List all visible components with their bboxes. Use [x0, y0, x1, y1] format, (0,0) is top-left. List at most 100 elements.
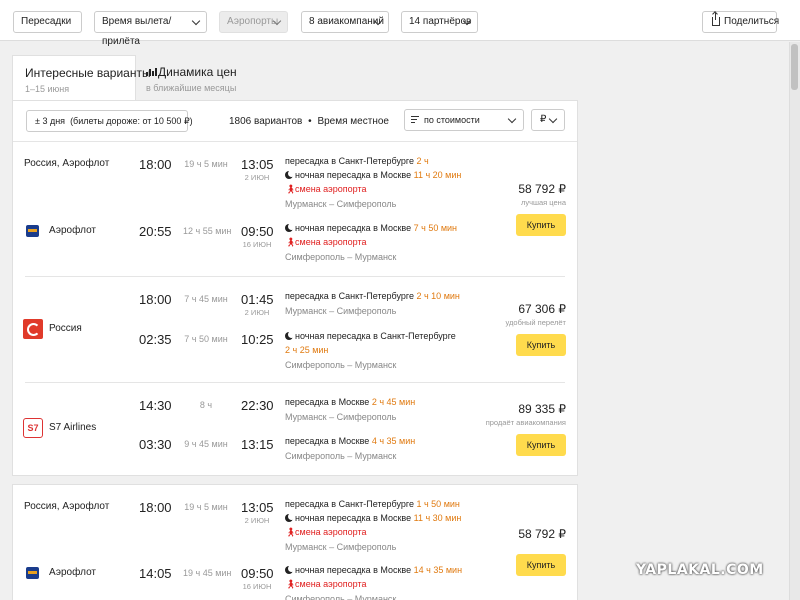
route: Мурманск – Симферополь — [285, 199, 397, 209]
flight-duration: 19 ч 5 мин — [184, 502, 228, 512]
inbound-segments: ночная пересадка в Москве 7 ч 50 мин 🚶︎с… — [285, 221, 485, 264]
arrival-date: 2 ИЮН — [244, 308, 270, 317]
route: Мурманск – Симферополь — [285, 412, 397, 422]
walk-icon: 🚶︎ — [285, 579, 297, 589]
departure-time: 18:00 — [139, 292, 172, 307]
arrival-date: 2 ИЮН — [244, 516, 270, 525]
airline-name: S7 Airlines — [49, 422, 97, 433]
airport-change-line: 🚶︎смена аэропорта — [285, 525, 485, 539]
transfer-duration: 4 ч 35 мин — [371, 436, 416, 446]
route: Мурманск – Симферополь — [285, 306, 397, 316]
route: Мурманск – Симферополь — [285, 542, 397, 552]
flex-days-label: ± 3 дня — [35, 116, 66, 126]
departure-time: 02:35 — [139, 332, 172, 347]
arrival: 13:05 2 ИЮН — [241, 500, 274, 525]
transfer-line: пересадка в Москве 2 ч 45 мин — [285, 395, 485, 409]
price: 89 335 ₽ — [518, 402, 566, 416]
airports-dropdown[interactable]: Аэропорты — [219, 11, 288, 33]
transfer-duration: 11 ч 20 мин — [413, 170, 462, 180]
airport-change-text: смена аэропорта — [295, 527, 367, 537]
tab-interesting-options[interactable]: Интересные варианты 1–15 июня — [12, 55, 151, 101]
arrival-time: 10:25 — [241, 332, 274, 347]
arrival: 10:25 — [241, 332, 274, 347]
share-button[interactable]: Поделиться — [702, 11, 780, 33]
transfer-duration: 2 ч 10 мин — [416, 291, 460, 301]
price: 58 792 ₽ — [518, 527, 566, 541]
transfer-text: пересадка в Москве — [285, 397, 370, 407]
transfer-line: пересадка в Санкт-Петербурге 2 ч — [285, 154, 485, 168]
aeroflot-logo — [23, 221, 43, 241]
s7-logo: S7 — [23, 418, 43, 438]
transfer-text: ночная пересадка в Москве — [295, 170, 412, 180]
arrival-time: 09:50 — [241, 566, 274, 581]
airport-change-text: смена аэропорта — [295, 237, 367, 247]
tab-title: Динамика цен — [158, 65, 237, 79]
airport-change-line: 🚶︎смена аэропорта — [285, 577, 485, 591]
outbound-segments: пересадка в Санкт-Петербурге 2 ч ночная … — [285, 154, 485, 211]
airlines-dropdown-label: 8 авиакомпаний — [309, 16, 384, 27]
flight-card: Россия, Аэрофлот Аэрофлот 18:00 19 ч 5 м… — [13, 485, 577, 600]
sort-dropdown[interactable]: по стоимости — [404, 109, 524, 131]
times-dropdown[interactable]: Время вылета/прилёта — [94, 11, 207, 47]
route: Симферополь – Мурманск — [285, 451, 397, 461]
transfer-duration: 11 ч 30 мин — [413, 513, 462, 523]
airlines-dropdown[interactable]: 8 авиакомпаний — [301, 11, 389, 33]
transfers-dropdown[interactable]: Пересадки — [13, 11, 82, 33]
tab-price-dynamics[interactable]: Динамика цен в ближайшие месяцы — [136, 55, 256, 101]
results-count: 1806 вариантов • Время местное — [229, 116, 389, 127]
inbound-segments: ночная пересадка в Санкт-Петербурге 2 ч … — [285, 329, 485, 372]
buy-button[interactable]: Купить — [516, 334, 566, 356]
airline-name: Россия — [49, 323, 82, 334]
price-note: лучшая цена — [520, 198, 566, 207]
departure-time: 18:00 — [139, 157, 172, 172]
flight-duration: 8 ч — [199, 400, 213, 410]
transfer-line: пересадка в Москве 4 ч 35 мин — [285, 434, 485, 448]
filter-toolbar: Пересадки Время вылета/прилёта Аэропорты… — [0, 0, 800, 47]
page-scrollbar[interactable] — [789, 42, 800, 600]
transfer-text: ночная пересадка в Москве — [295, 223, 412, 233]
price-note: удобный перелёт — [505, 318, 566, 327]
transfer-line: ночная пересадка в Москве 11 ч 20 мин — [285, 168, 485, 182]
route: Симферополь – Мурманск — [285, 360, 397, 370]
price-note: продаёт авиакомпания — [485, 418, 566, 427]
transfer-line: пересадка в Санкт-Петербурге 2 ч 10 мин — [285, 289, 485, 303]
share-button-label: Поделиться — [724, 16, 780, 27]
currency-dropdown[interactable]: ₽ — [531, 109, 565, 131]
flex-note: (билеты дороже: от 10 500 ₽) — [70, 116, 193, 126]
arrival-time: 13:05 — [241, 157, 274, 172]
transfer-duration: 2 ч — [416, 156, 429, 166]
arrival: 01:45 2 ИЮН — [241, 292, 274, 317]
sort-label: по стоимости — [424, 115, 480, 125]
airport-change-line: 🚶︎смена аэропорта — [285, 235, 485, 249]
flight-duration: 7 ч 45 мин — [184, 294, 228, 304]
arrival: 09:50 16 ИЮН — [241, 224, 274, 249]
airports-dropdown-label: Аэропорты — [227, 16, 279, 27]
flight-duration: 9 ч 45 мин — [184, 439, 228, 449]
sort-icon — [411, 116, 419, 124]
flight-duration: 7 ч 50 мин — [184, 334, 228, 344]
tab-subtitle: в ближайшие месяцы — [146, 83, 237, 93]
flexible-dates-button[interactable]: ± 3 дня (билеты дороже: от 10 500 ₽) — [26, 110, 193, 132]
inbound-segments: ночная пересадка в Москве 14 ч 35 мин 🚶︎… — [285, 563, 485, 600]
departure-time: 14:30 — [139, 398, 172, 413]
price: 58 792 ₽ — [518, 182, 566, 196]
arrival: 22:30 — [241, 398, 274, 413]
arrival-date: 2 ИЮН — [244, 173, 270, 182]
airline-name: Аэрофлот — [49, 225, 96, 236]
departure-time: 18:00 — [139, 500, 172, 515]
moon-icon — [285, 565, 295, 574]
inbound-segments: пересадка в Москве 4 ч 35 мин Симферопол… — [285, 434, 485, 463]
scrollbar-thumb[interactable] — [791, 44, 798, 90]
flight-card: S7 S7 Airlines 14:30 8 ч 22:30 пересадка… — [13, 383, 577, 477]
buy-button[interactable]: Купить — [516, 554, 566, 576]
flight-card: Россия, Аэрофлот Аэрофлот 18:00 19 ч 5 м… — [13, 142, 577, 277]
times-dropdown-label: Время вылета/прилёта — [102, 16, 172, 47]
buy-button[interactable]: Купить — [516, 214, 566, 236]
partners-dropdown[interactable]: 14 партнёров — [401, 11, 478, 33]
outbound-segments: пересадка в Санкт-Петербурге 2 ч 10 мин … — [285, 289, 485, 318]
time-note: Время местное — [317, 116, 389, 127]
transfer-duration: 7 ч 50 мин — [413, 223, 458, 233]
transfer-line: ночная пересадка в Санкт-Петербурге — [285, 329, 485, 343]
buy-button[interactable]: Купить — [516, 434, 566, 456]
transfer-duration: 14 ч 35 мин — [413, 565, 463, 575]
